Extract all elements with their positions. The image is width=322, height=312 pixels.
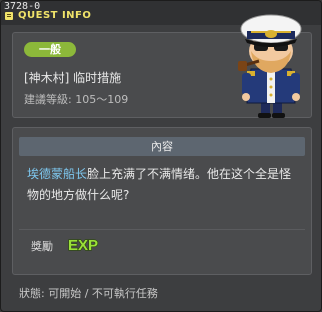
exp-text: EXP — [68, 237, 98, 254]
quest-description: 埃德蒙船长脸上充满了不满情绪。他在这个全是怪物的地方做什么呢? — [27, 164, 303, 206]
category-badge: 一般 — [24, 42, 76, 57]
window-title: QUEST INFO — [18, 10, 92, 21]
exp-reward-icon: EXP — [67, 236, 98, 254]
reward-divider — [19, 229, 305, 230]
recommended-level: 建議等級: 105～109 — [24, 93, 129, 106]
quest-info-icon — [5, 12, 13, 20]
quest-content-panel: 內容 埃德蒙船长脸上充满了不满情绪。他在这个全是怪物的地方做什么呢? 獎勵 EX… — [12, 127, 312, 275]
reward-label: 獎勵 — [31, 240, 53, 253]
npc-name-link[interactable]: 埃德蒙船长 — [27, 167, 87, 181]
quest-status: 狀態: 可開始 / 不可執行任務 — [19, 287, 158, 300]
content-header: 內容 — [19, 137, 305, 156]
npc-captain-portrait — [238, 14, 302, 118]
quest-info-window: 3728-0 QUEST INFO 一般 [神木村] 临时措施 建議等級: 10… — [0, 0, 322, 312]
quest-name: [神木村] 临时措施 — [24, 71, 122, 85]
